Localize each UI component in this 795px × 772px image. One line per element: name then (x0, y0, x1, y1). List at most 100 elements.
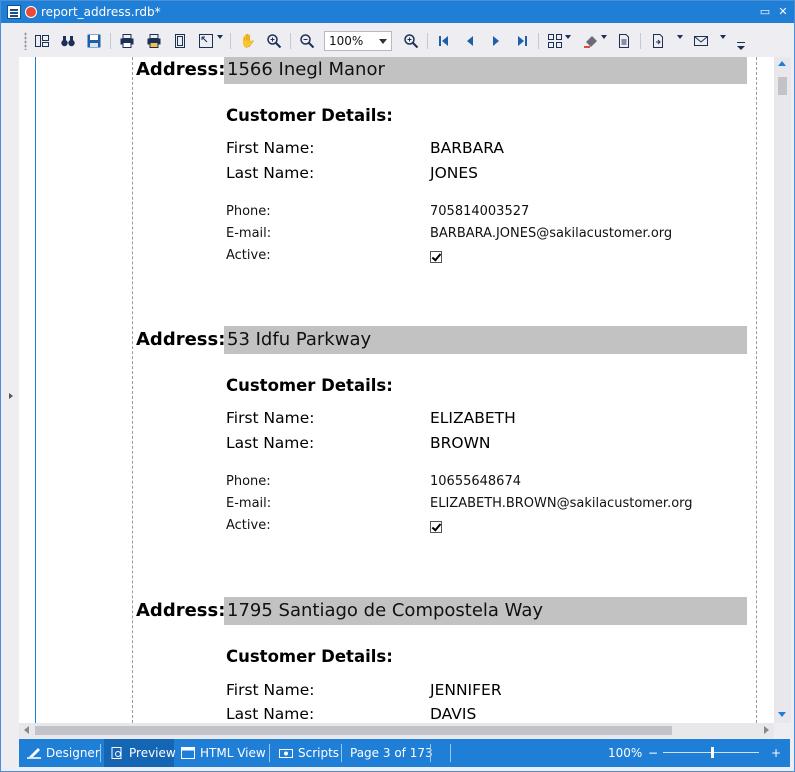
vertical-scroll-thumb[interactable] (778, 77, 787, 95)
scroll-left-icon[interactable] (24, 726, 29, 734)
watermark-icon[interactable] (615, 32, 633, 50)
report-file-icon (7, 5, 21, 19)
first-name-value: BARBARA (430, 139, 504, 157)
zoom-in-status-button[interactable]: + (771, 739, 781, 767)
customer-details-heading: Customer Details: (226, 647, 393, 666)
last-name-value: BROWN (430, 434, 491, 452)
zoom-out-icon[interactable] (298, 32, 316, 50)
vertical-scrollbar[interactable] (774, 57, 791, 723)
toolbar-grip[interactable] (24, 32, 27, 50)
phone-value: 705814003527 (430, 204, 530, 219)
email-value: BARBARA.JONES@sakilacustomer.org (430, 226, 673, 241)
zoom-select[interactable]: 100% (324, 31, 392, 51)
html-view-tab-label: HTML View (200, 746, 266, 760)
expand-panel-icon[interactable] (9, 393, 13, 399)
phone-label: Phone: (226, 474, 271, 489)
phone-value: 10655648674 (430, 474, 521, 489)
horizontal-scroll-thumb[interactable] (35, 726, 672, 735)
last-name-value: JONES (430, 164, 478, 182)
address-bar: 1795 Santiago de Compostela Way (224, 597, 747, 625)
export-icon[interactable] (649, 32, 667, 50)
fit-icon[interactable] (197, 32, 215, 50)
window-title: report_address.rdb* (41, 5, 161, 19)
last-page-icon[interactable] (513, 32, 531, 50)
next-page-icon[interactable] (487, 32, 505, 50)
zoom-in-icon[interactable] (402, 32, 420, 50)
active-checkbox (430, 521, 442, 533)
phone-label: Phone: (226, 204, 271, 219)
first-name-value: JENNIFER (430, 681, 502, 699)
zoom-slider-thumb[interactable] (711, 747, 714, 758)
send-email-icon[interactable] (692, 32, 710, 50)
active-label: Active: (226, 248, 271, 263)
collapsed-side-panel[interactable] (1, 57, 17, 723)
email-value: ELIZABETH.BROWN@sakilacustomer.org (430, 496, 693, 511)
email-label: E-mail: (226, 226, 272, 241)
zoom-level-label: 100% (608, 746, 643, 760)
scroll-right-icon[interactable] (764, 726, 769, 734)
address-value: 1566 Inegl Manor (227, 59, 385, 80)
hand-tool-icon[interactable]: ✋ (239, 32, 257, 50)
report-preview-window: report_address.rdb* ▭ ✕ ✋ 100% Address: … (0, 0, 795, 772)
horizontal-scrollbar[interactable] (19, 723, 774, 738)
fit-dropdown-caret[interactable] (217, 35, 223, 39)
first-name-value: ELIZABETH (430, 409, 516, 427)
address-label: Address: (136, 59, 226, 80)
scripts-icon (279, 749, 293, 758)
zoom-dropdown-caret (379, 39, 387, 44)
scripts-tab-label: Scripts (298, 746, 340, 760)
customer-details-heading: Customer Details: (226, 376, 393, 395)
status-bar: Designer Preview HTML View Scripts Page … (19, 739, 790, 767)
zoom-out-status-button[interactable]: − (648, 739, 658, 767)
last-name-label: Last Name: (226, 705, 315, 723)
scroll-up-icon[interactable] (778, 61, 786, 66)
background-color-dropdown-caret[interactable] (601, 35, 607, 39)
close-button[interactable]: ✕ (776, 5, 790, 19)
html-view-icon (181, 747, 195, 759)
print-icon[interactable] (118, 32, 136, 50)
zoom-select-value: 100% (329, 34, 364, 48)
preview-toolbar: ✋ 100% (1, 23, 794, 57)
find-icon[interactable] (59, 32, 77, 50)
report-page: Address: 1566 Inegl Manor Customer Detai… (132, 57, 757, 723)
preview-icon (111, 747, 122, 759)
send-email-dropdown-caret[interactable] (720, 35, 726, 39)
background-color-icon[interactable] (582, 32, 600, 50)
scroll-down-icon[interactable] (778, 712, 786, 717)
layout-icon[interactable] (33, 32, 51, 50)
scripts-tab[interactable]: Scripts (279, 739, 339, 767)
active-checkbox (430, 251, 442, 263)
address-label: Address: (136, 600, 226, 621)
report-preview-area[interactable]: Address: 1566 Inegl Manor Customer Detai… (19, 57, 774, 723)
title-bar: report_address.rdb* ▭ ✕ (1, 1, 794, 23)
designer-tab-label: Designer (46, 746, 100, 760)
designer-tab[interactable]: Designer (27, 739, 100, 767)
preview-tab[interactable]: Preview (104, 739, 176, 767)
zoom-tool-icon[interactable] (265, 32, 283, 50)
address-label: Address: (136, 329, 226, 350)
page-setup-icon[interactable] (171, 32, 189, 50)
last-name-label: Last Name: (226, 164, 315, 182)
page-info: Page 3 of 173 (350, 746, 433, 760)
designer-icon (27, 748, 41, 759)
toolbar-overflow-icon[interactable] (732, 37, 750, 55)
address-value: 1795 Santiago de Compostela Way (227, 600, 544, 621)
active-label: Active: (226, 518, 271, 533)
html-view-tab[interactable]: HTML View (181, 739, 266, 767)
save-icon[interactable] (85, 32, 103, 50)
maximize-button[interactable]: ▭ (758, 5, 772, 19)
address-value: 53 Idfu Parkway (227, 329, 372, 350)
address-bar: 53 Idfu Parkway (224, 326, 747, 354)
previous-page-icon[interactable] (461, 32, 479, 50)
last-name-label: Last Name: (226, 434, 315, 452)
preview-tab-label: Preview (129, 746, 176, 760)
quick-print-icon[interactable] (145, 32, 163, 50)
last-name-value: DAVIS (430, 705, 477, 723)
first-name-label: First Name: (226, 139, 315, 157)
multi-page-dropdown-caret[interactable] (565, 35, 571, 39)
multi-page-icon[interactable] (546, 32, 564, 50)
customer-details-heading: Customer Details: (226, 106, 393, 125)
email-label: E-mail: (226, 496, 272, 511)
first-page-icon[interactable] (435, 32, 453, 50)
export-dropdown-caret[interactable] (677, 35, 683, 39)
